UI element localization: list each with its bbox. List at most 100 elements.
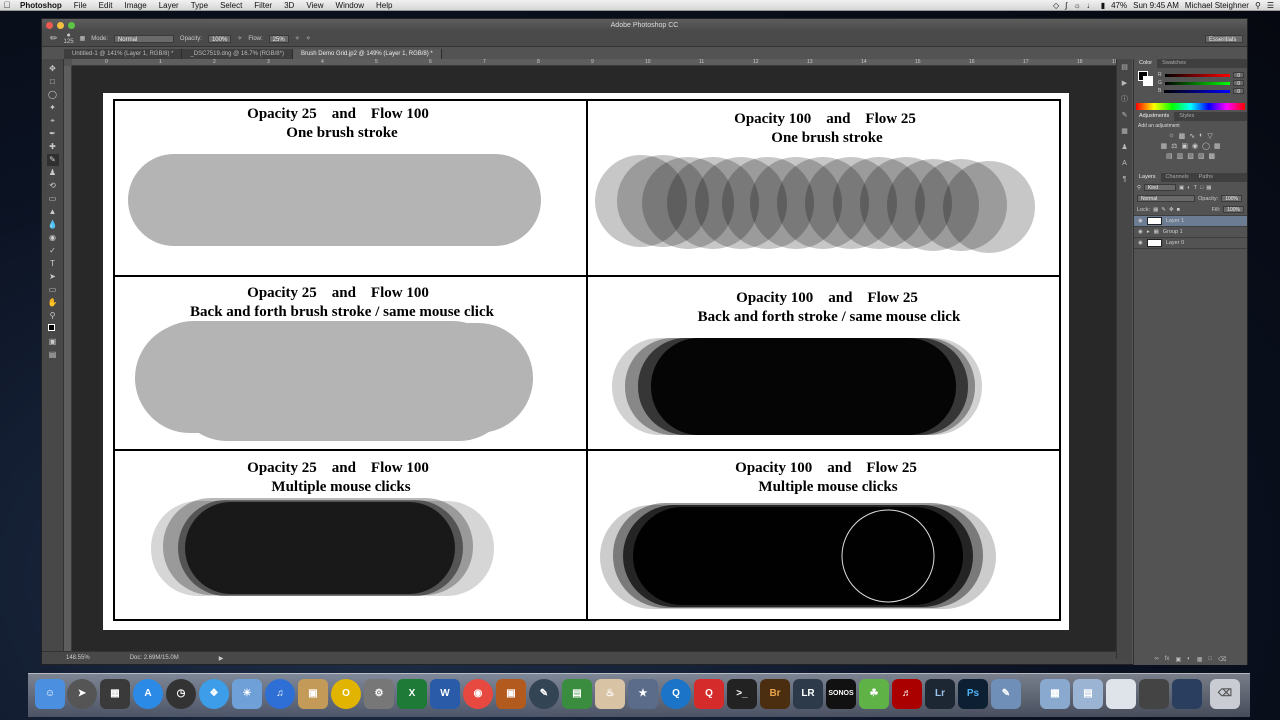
photoshop-icon[interactable]: Ps	[958, 679, 988, 709]
apple-menu-icon[interactable]: 	[0, 0, 14, 10]
tab-swatches[interactable]: Swatches	[1157, 59, 1191, 68]
crop-tool-icon[interactable]: ⌖	[47, 115, 59, 127]
menu-filter[interactable]: Filter	[248, 1, 278, 10]
quick-mask-icon[interactable]: ▣	[47, 336, 59, 348]
layer-name[interactable]: Group 1	[1163, 229, 1183, 235]
menu-edit[interactable]: Edit	[93, 1, 119, 10]
color-swatches-icon[interactable]	[47, 323, 59, 335]
app-store-icon[interactable]: A	[133, 679, 163, 709]
hue-saturation-icon[interactable]: ▦	[1160, 142, 1167, 150]
move-tool-icon[interactable]: ✥	[47, 63, 59, 75]
brush-panel-icon[interactable]: ▦	[80, 35, 86, 42]
brush-tool-icon[interactable]: ✎	[46, 153, 59, 166]
volume-icon[interactable]: ♩	[1087, 1, 1095, 10]
menu-3d[interactable]: 3D	[278, 1, 300, 10]
numbers-icon[interactable]: ▤	[562, 679, 592, 709]
menu-view[interactable]: View	[300, 1, 329, 10]
screen-mode-icon[interactable]: ▤	[47, 349, 59, 361]
disclosure-triangle-icon[interactable]: ▸	[1147, 229, 1150, 235]
sound-app-icon[interactable]: ♬	[892, 679, 922, 709]
tab-dsc7519[interactable]: _DSC7519.dng @ 16.7% (RGB/8*)	[182, 49, 293, 59]
clone-stamp-tool-icon[interactable]: ♟	[47, 167, 59, 179]
selective-color-icon[interactable]: ▩	[1208, 152, 1215, 160]
green-value[interactable]: 0	[1233, 80, 1244, 87]
battery-icon[interactable]: ▮	[1101, 1, 1105, 10]
tab-color[interactable]: Color	[1134, 59, 1158, 68]
actions-panel-icon[interactable]: ▶	[1120, 79, 1130, 89]
shape-tool-icon[interactable]: ▭	[47, 284, 59, 296]
safari-icon[interactable]: ❖	[199, 679, 229, 709]
brush-presets-icon[interactable]: ▦	[1120, 127, 1130, 137]
levels-icon[interactable]: ▩	[1179, 132, 1186, 140]
color-spectrum[interactable]	[1136, 103, 1245, 110]
delete-layer-icon[interactable]: ⌫	[1218, 656, 1226, 663]
new-adjustment-icon[interactable]: ◐	[1187, 656, 1191, 663]
pressure-opacity-icon[interactable]: ✧	[237, 35, 242, 42]
opera-icon[interactable]: O	[331, 679, 361, 709]
filter-adjust-icon[interactable]: ◐	[1187, 185, 1190, 191]
photo-filter-icon[interactable]: ◉	[1192, 142, 1198, 150]
new-group-icon[interactable]: ▦	[1197, 656, 1203, 663]
layer-row[interactable]: ◉ Layer 0	[1134, 238, 1247, 249]
brush-preset-picker[interactable]: ● 125	[64, 32, 74, 45]
layer-row[interactable]: ◉ Layer 1	[1134, 216, 1247, 227]
spotlight-icon[interactable]: ⚲	[1255, 1, 1261, 10]
airbrush-icon[interactable]: ✧	[295, 35, 300, 42]
hand-tool-icon[interactable]: ✋	[47, 297, 59, 309]
excel-icon[interactable]: X	[397, 679, 427, 709]
paragraph-panel-icon[interactable]: ¶	[1120, 175, 1130, 185]
menu-layer[interactable]: Layer	[153, 1, 185, 10]
brush-tool-icon[interactable]: ✏	[50, 33, 58, 44]
quicktime-icon[interactable]: Q	[661, 679, 691, 709]
opacity-field[interactable]: 100%	[207, 34, 232, 43]
canvas-area[interactable]: Opacity 25 and Flow 100 One brush stroke…	[72, 66, 1122, 653]
new-layer-icon[interactable]: □	[1208, 656, 1212, 663]
menu-type[interactable]: Type	[185, 1, 214, 10]
color-balance-icon[interactable]: ⚖	[1171, 142, 1177, 150]
green-slider[interactable]	[1164, 81, 1231, 85]
clock[interactable]: Sun 9:45 AM	[1133, 1, 1179, 10]
red-value[interactable]: 0	[1233, 72, 1244, 79]
layer-row[interactable]: ◉ ▸ ▦ Group 1	[1134, 227, 1247, 238]
layer-name[interactable]: Layer 0	[1166, 240, 1184, 246]
dropbox-icon[interactable]: ◇	[1053, 1, 1059, 10]
trash-icon[interactable]: ⌫	[1210, 679, 1240, 709]
bluetooth-icon[interactable]: ∫	[1065, 1, 1067, 10]
marquee-tool-icon[interactable]: □	[47, 76, 59, 88]
vibrance-icon[interactable]: ▽	[1207, 132, 1212, 140]
word-icon[interactable]: W	[430, 679, 460, 709]
zoom-level[interactable]: 148.55%	[66, 655, 90, 661]
tab-untitled[interactable]: Untitled-1 @ 141% (Layer 1, RGB/8) *	[64, 49, 183, 59]
vertical-ruler[interactable]	[64, 66, 72, 653]
type-tool-icon[interactable]: T	[47, 258, 59, 270]
visibility-eye-icon[interactable]: ◉	[1138, 218, 1143, 224]
red-slider[interactable]	[1164, 73, 1231, 77]
wifi-icon[interactable]: ☼	[1073, 1, 1080, 10]
history-brush-tool-icon[interactable]: ⟲	[47, 180, 59, 192]
tab-styles[interactable]: Styles	[1174, 112, 1199, 121]
itunes-icon[interactable]: ♫	[265, 679, 295, 709]
imovie-icon[interactable]: ★	[628, 679, 658, 709]
filter-shape-icon[interactable]: □	[1200, 185, 1203, 191]
curves-icon[interactable]: ∿	[1189, 132, 1195, 140]
preview-icon[interactable]: ▣	[298, 679, 328, 709]
notification-center-icon[interactable]: ☰	[1267, 1, 1274, 10]
finder-icon[interactable]: ☺	[35, 679, 65, 709]
screenshots-stack-icon[interactable]	[1172, 679, 1202, 709]
posterize-icon[interactable]: ▥	[1177, 152, 1184, 160]
menu-select[interactable]: Select	[214, 1, 248, 10]
downloads-stack-icon[interactable]	[1106, 679, 1136, 709]
lock-paint-icon[interactable]: ✎	[1161, 207, 1166, 213]
foreground-color-swatch[interactable]	[47, 323, 55, 331]
horizontal-ruler[interactable]: 0 1 2 3 4 5 6 7 8 9 10 11 12 13 14 15 16…	[72, 59, 1122, 66]
lightroom-alt-icon[interactable]: LR	[793, 679, 823, 709]
menu-help[interactable]: Help	[370, 1, 398, 10]
desktop-stack-icon[interactable]	[1139, 679, 1169, 709]
pixelmator-icon[interactable]: ✎	[529, 679, 559, 709]
tab-brush-demo[interactable]: Brush Demo Grid.jp2 @ 149% (Layer 1, RGB…	[292, 49, 442, 59]
iphoto-icon[interactable]: ☀	[232, 679, 262, 709]
menu-window[interactable]: Window	[330, 1, 370, 10]
threshold-icon[interactable]: ▧	[1187, 152, 1194, 160]
blue-value[interactable]: 0	[1233, 88, 1244, 95]
layer-opacity-field[interactable]: 100%	[1221, 195, 1242, 202]
